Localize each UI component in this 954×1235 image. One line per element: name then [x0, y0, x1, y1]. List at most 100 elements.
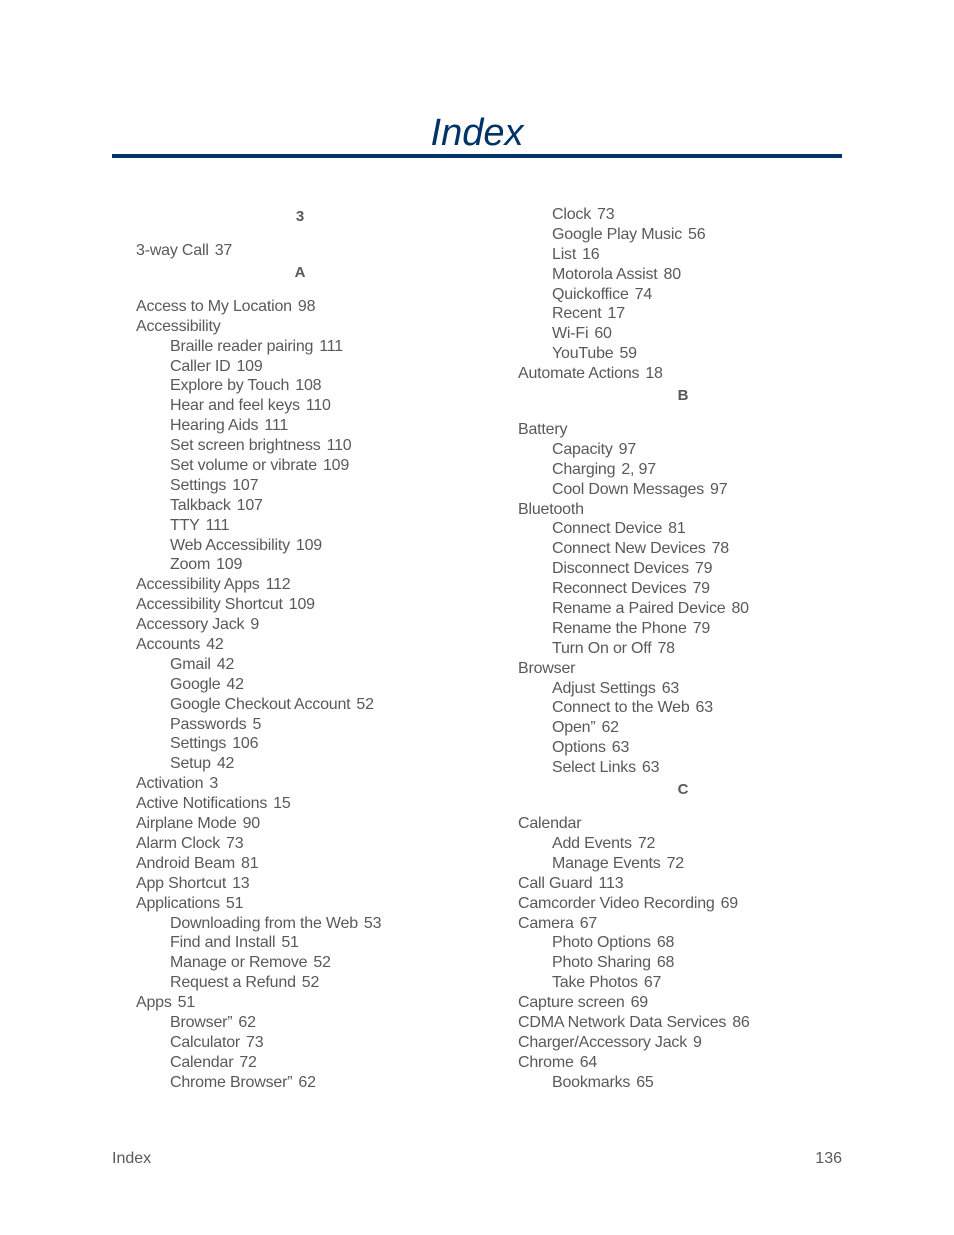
index-page-ref[interactable]: 69 [721, 895, 739, 912]
index-page-ref[interactable]: 108 [295, 377, 321, 394]
index-page-ref[interactable]: 107 [232, 477, 258, 494]
index-page-ref[interactable]: 42 [217, 755, 235, 772]
index-page-ref[interactable]: 63 [612, 739, 630, 756]
index-page-ref[interactable]: 79 [693, 620, 711, 637]
index-page-ref[interactable]: 42 [217, 656, 235, 673]
index-page-ref[interactable]: 109 [323, 457, 349, 474]
index-page-ref[interactable]: 67 [580, 915, 598, 932]
index-page-ref[interactable]: 81 [241, 855, 259, 872]
index-page-ref[interactable]: 65 [636, 1074, 654, 1091]
index-page-ref[interactable]: 111 [206, 517, 230, 534]
index-page-ref[interactable]: 80 [664, 266, 682, 283]
index-page-ref[interactable]: 67 [644, 974, 662, 991]
index-page-ref[interactable]: 62 [238, 1014, 256, 1031]
index-page-ref[interactable]: 51 [281, 934, 299, 951]
index-entry: Alarm Clock 73 [136, 834, 506, 854]
index-term: Zoom [170, 556, 211, 574]
index-page-ref[interactable]: 53 [364, 915, 382, 932]
index-page-ref[interactable]: 42 [226, 676, 244, 693]
index-page-ref[interactable]: 52 [302, 974, 320, 991]
index-entry: Apps 51 [136, 993, 506, 1013]
index-page-ref[interactable]: 18 [645, 365, 663, 382]
index-page-ref[interactable]: 79 [695, 560, 713, 577]
index-page-ref[interactable]: 59 [619, 345, 637, 362]
index-entry: Browser [518, 659, 888, 679]
index-page-ref[interactable]: 16 [582, 246, 600, 263]
index-entry: Android Beam 81 [136, 854, 506, 874]
index-term: App Shortcut [136, 874, 227, 892]
index-page-ref[interactable]: 106 [232, 735, 258, 752]
index-page-ref[interactable]: 62 [601, 719, 619, 736]
index-subentry: Set volume or vibrate 109 [136, 456, 506, 476]
index-page-ref[interactable]: 72 [667, 855, 685, 872]
index-page-ref[interactable]: 78 [712, 540, 730, 557]
index-page-ref[interactable]: 113 [598, 875, 623, 892]
index-page-ref[interactable]: 63 [642, 759, 660, 776]
index-page-ref[interactable]: 64 [580, 1054, 598, 1071]
index-page-ref[interactable]: 81 [668, 520, 686, 537]
index-page-ref[interactable]: 17 [608, 305, 626, 322]
index-page-ref[interactable]: 107 [237, 497, 263, 514]
index-page-ref[interactable]: 80 [731, 600, 749, 617]
index-page-ref[interactable]: 13 [232, 875, 250, 892]
index-page-ref[interactable]: 74 [635, 286, 653, 303]
index-page-ref[interactable]: 78 [657, 640, 675, 657]
index-term: Disconnect Devices [552, 560, 689, 578]
index-page-ref[interactable]: 63 [696, 699, 714, 716]
index-page-ref[interactable]: 51 [226, 895, 244, 912]
index-page-ref[interactable]: 86 [732, 1014, 750, 1031]
index-page-ref[interactable]: 9 [250, 616, 259, 633]
index-term: Adjust Settings [552, 679, 656, 697]
index-page-ref[interactable]: 111 [264, 417, 288, 434]
index-page-ref[interactable]: 52 [313, 954, 331, 971]
index-subentry: Google Play Music 56 [518, 225, 888, 245]
index-page-ref[interactable]: 5 [252, 716, 261, 733]
index-page-ref[interactable]: 63 [662, 680, 680, 697]
index-term: Google Play Music [552, 225, 682, 243]
index-page-ref[interactable]: 68 [657, 934, 675, 951]
index-page-ref[interactable]: 73 [597, 206, 615, 223]
index-term: Recent [552, 305, 602, 323]
index-subentry: Connect New Devices 78 [518, 539, 888, 559]
index-page-ref[interactable]: 72 [638, 835, 656, 852]
index-page-ref[interactable]: 2, 97 [621, 461, 656, 478]
index-page-ref[interactable]: 51 [178, 994, 196, 1011]
index-page-ref[interactable]: 68 [657, 954, 675, 971]
index-page-ref[interactable]: 110 [306, 397, 331, 414]
index-term: Accessory Jack [136, 616, 245, 634]
index-page-ref[interactable]: 79 [692, 580, 710, 597]
index-entry: Airplane Mode 90 [136, 814, 506, 834]
index-page-ref[interactable]: 62 [298, 1074, 316, 1091]
index-page-ref[interactable]: 109 [289, 596, 315, 613]
index-page-ref[interactable]: 3 [209, 775, 218, 792]
index-subentry: Turn On or Off 78 [518, 639, 888, 659]
index-page-ref[interactable]: 9 [693, 1034, 702, 1051]
index-page-ref[interactable]: 72 [239, 1054, 257, 1071]
index-term: Hear and feel keys [170, 397, 300, 415]
index-page-ref[interactable]: 37 [215, 242, 233, 259]
index-page-ref[interactable]: 73 [226, 835, 244, 852]
index-page-ref[interactable]: 52 [356, 696, 374, 713]
index-page-ref[interactable]: 97 [619, 441, 637, 458]
index-page-ref[interactable]: 109 [216, 556, 242, 573]
index-term: Camera [518, 914, 574, 932]
index-page-ref[interactable]: 73 [246, 1034, 264, 1051]
index-term: Call Guard [518, 874, 593, 892]
index-page-ref[interactable]: 90 [243, 815, 261, 832]
index-page-ref[interactable]: 98 [298, 298, 316, 315]
index-page-ref[interactable]: 110 [327, 437, 352, 454]
index-page-ref[interactable]: 109 [236, 358, 262, 375]
index-page-ref[interactable]: 111 [319, 338, 343, 355]
index-page-ref[interactable]: 97 [710, 481, 728, 498]
index-page-ref[interactable]: 15 [273, 795, 291, 812]
index-page-ref[interactable]: 112 [266, 576, 291, 593]
index-page-ref[interactable]: 109 [296, 537, 322, 554]
index-entry: Active Notifications 15 [136, 794, 506, 814]
index-term: Take Photos [552, 974, 638, 992]
index-page-ref[interactable]: 60 [594, 325, 612, 342]
index-page-ref[interactable]: 42 [206, 636, 224, 653]
index-subentry: Cool Down Messages 97 [518, 480, 888, 500]
index-page-ref[interactable]: 69 [631, 994, 649, 1011]
index-term: YouTube [552, 345, 614, 363]
index-page-ref[interactable]: 56 [688, 226, 706, 243]
